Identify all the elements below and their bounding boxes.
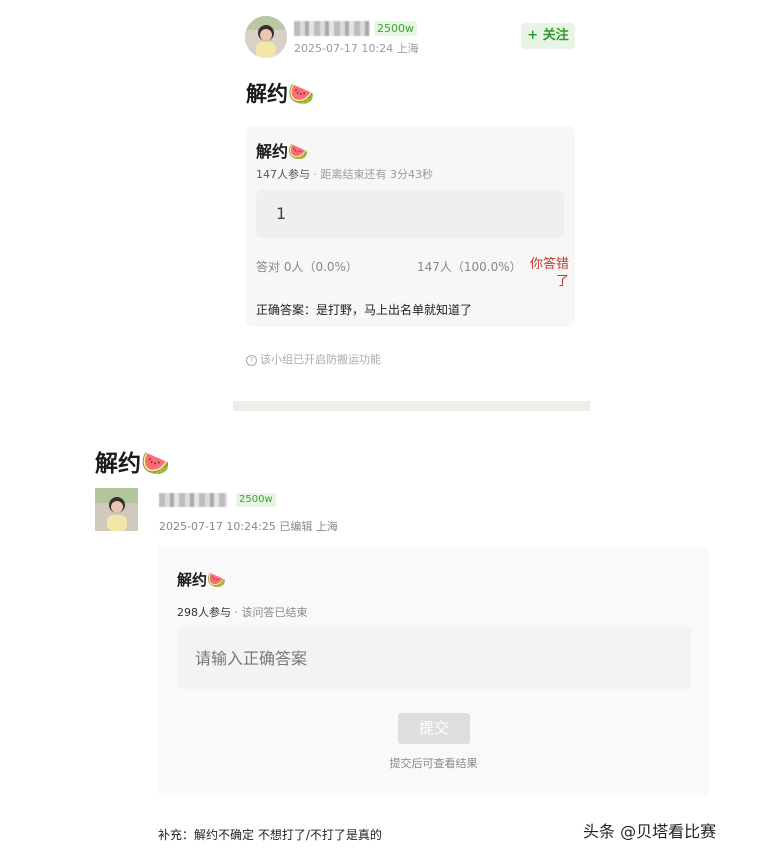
quiz-card-2: 解约🍉 298人参与 · 该问答已结束 提交 提交后可查看结果 — [158, 547, 709, 795]
anti-repost-notice: ? 该小组已开启防搬运功能 — [246, 351, 381, 367]
avatar-2[interactable] — [95, 488, 138, 531]
follower-badge-2: 2500w — [236, 493, 276, 507]
avatar[interactable] — [245, 16, 287, 58]
follower-badge: 2500w — [374, 21, 417, 36]
quiz-status-2: 298人参与 · 该问答已结束 — [177, 604, 308, 620]
post-title-2: 解约🍉 — [95, 451, 170, 477]
blurred-username-2 — [159, 493, 227, 507]
avatar-photo-icon — [245, 16, 287, 58]
post-title: 解约🍉 — [246, 82, 315, 106]
help-circle-icon: ? — [246, 354, 257, 366]
post-meta-2: 2025-07-17 10:24:25 已编辑 上海 — [159, 520, 338, 533]
quiz-ended-status: · 该问答已结束 — [231, 606, 308, 619]
quiz-title-2: 解约🍉 — [177, 571, 226, 589]
blurred-username — [294, 21, 370, 36]
watermark: 头条 @贝塔看比赛 — [583, 822, 717, 841]
correct-answer: 正确答案：是打野，马上出名单就知道了 — [256, 303, 473, 317]
quiz-card: 解约🍉 147人参与 · 距离结束还有 3分43秒 1 答对 0人（0.0%） … — [246, 126, 575, 327]
submit-button[interactable]: 提交 — [398, 713, 470, 744]
countdown: · 距离结束还有 3分43秒 — [310, 168, 433, 181]
wrong-answer-label: 你答错了 — [529, 257, 569, 289]
user-answer-box: 1 — [256, 190, 564, 238]
supplement-note: 补充：解约不确定 不想打了/不打了是真的 — [158, 828, 382, 842]
submit-hint: 提交后可查看结果 — [389, 757, 478, 770]
quiz-status: 147人参与 · 距离结束还有 3分43秒 — [256, 166, 433, 182]
answer-input[interactable] — [177, 627, 691, 689]
avatar-photo-icon — [95, 488, 138, 531]
post-meta: 2025-07-17 10:24 上海 — [294, 42, 419, 55]
wrong-stat: 147人（100.0%） — [417, 260, 522, 274]
participant-count: 147人参与 — [256, 168, 310, 181]
follow-button[interactable]: + 关注 — [521, 23, 575, 49]
section-divider — [233, 401, 590, 411]
user-answer: 1 — [276, 204, 287, 223]
quiz-title: 解约🍉 — [256, 142, 308, 161]
notice-text: 该小组已开启防搬运功能 — [260, 353, 381, 366]
participant-count-2: 298人参与 — [177, 606, 231, 619]
correct-stat: 答对 0人（0.0%） — [256, 260, 358, 274]
